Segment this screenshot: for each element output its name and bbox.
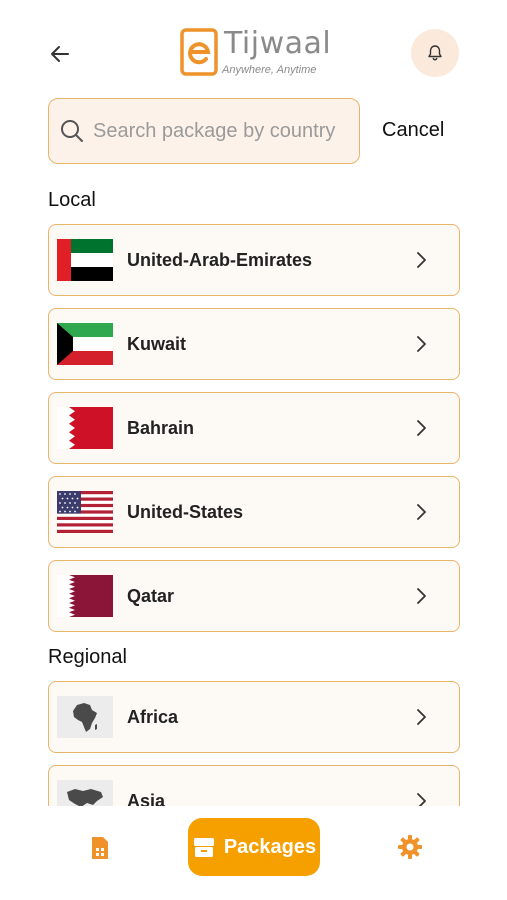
back-button[interactable] — [44, 38, 76, 70]
logo-tagline: Anywhere, Anytime — [222, 64, 317, 76]
chevron-right-icon — [409, 705, 433, 729]
uae-flag-icon — [57, 239, 113, 281]
nav-sim-button[interactable] — [86, 833, 114, 863]
bell-icon — [428, 45, 442, 61]
search-input[interactable] — [93, 119, 353, 143]
app-header: Tijwaal Anywhere, Anytime — [0, 0, 507, 96]
list-item-qatar[interactable]: Qatar — [48, 560, 460, 632]
list-item-label: Bahrain — [127, 417, 195, 438]
list-item-united-states[interactable]: United-States — [48, 476, 460, 548]
chevron-right-icon — [409, 584, 433, 608]
list-item-label: Africa — [127, 706, 179, 727]
back-arrow-icon — [51, 46, 69, 62]
kuwait-flag-icon — [57, 323, 113, 365]
search-box[interactable] — [48, 98, 360, 164]
list-item-label: Asia — [127, 790, 166, 807]
logo-mark-icon — [180, 28, 218, 76]
section-title-regional: Regional — [48, 646, 127, 668]
asia-map-icon — [57, 780, 113, 806]
list-item-africa[interactable]: Africa — [48, 681, 460, 753]
list-item-uae[interactable]: United-Arab-Emirates — [48, 224, 460, 296]
notifications-button[interactable] — [411, 29, 459, 77]
list-item-label: United-Arab-Emirates — [127, 249, 313, 270]
chevron-right-icon — [409, 789, 433, 806]
logo-name: Tijwaal — [224, 26, 332, 61]
content-area: Tijwaal Anywhere, Anytime Cancel Local — [0, 0, 507, 806]
list-item-label: Kuwait — [127, 333, 187, 354]
section-title-local: Local — [48, 189, 96, 211]
qatar-flag-icon — [57, 575, 113, 617]
chevron-right-icon — [409, 332, 433, 356]
nav-packages-button[interactable]: Packages — [188, 818, 320, 876]
bahrain-flag-icon — [57, 407, 113, 449]
sim-card-icon — [92, 837, 108, 859]
chevron-right-icon — [409, 416, 433, 440]
chevron-right-icon — [409, 248, 433, 272]
list-item-kuwait[interactable]: Kuwait — [48, 308, 460, 380]
nav-settings-button[interactable] — [396, 833, 424, 861]
list-item-bahrain[interactable]: Bahrain — [48, 392, 460, 464]
us-flag-icon — [57, 491, 113, 533]
packages-icon — [193, 838, 214, 857]
search-icon — [61, 120, 83, 142]
africa-map-icon — [57, 696, 113, 738]
list-item-label: Qatar — [127, 585, 175, 606]
brand-logo: Tijwaal Anywhere, Anytime — [180, 26, 332, 80]
cancel-button[interactable]: Cancel — [382, 119, 444, 142]
list-item-label: United-States — [127, 501, 244, 522]
list-item-asia[interactable]: Asia — [48, 765, 460, 806]
gear-icon — [398, 835, 422, 859]
chevron-right-icon — [409, 500, 433, 524]
nav-packages-label: Packages — [223, 835, 317, 858]
